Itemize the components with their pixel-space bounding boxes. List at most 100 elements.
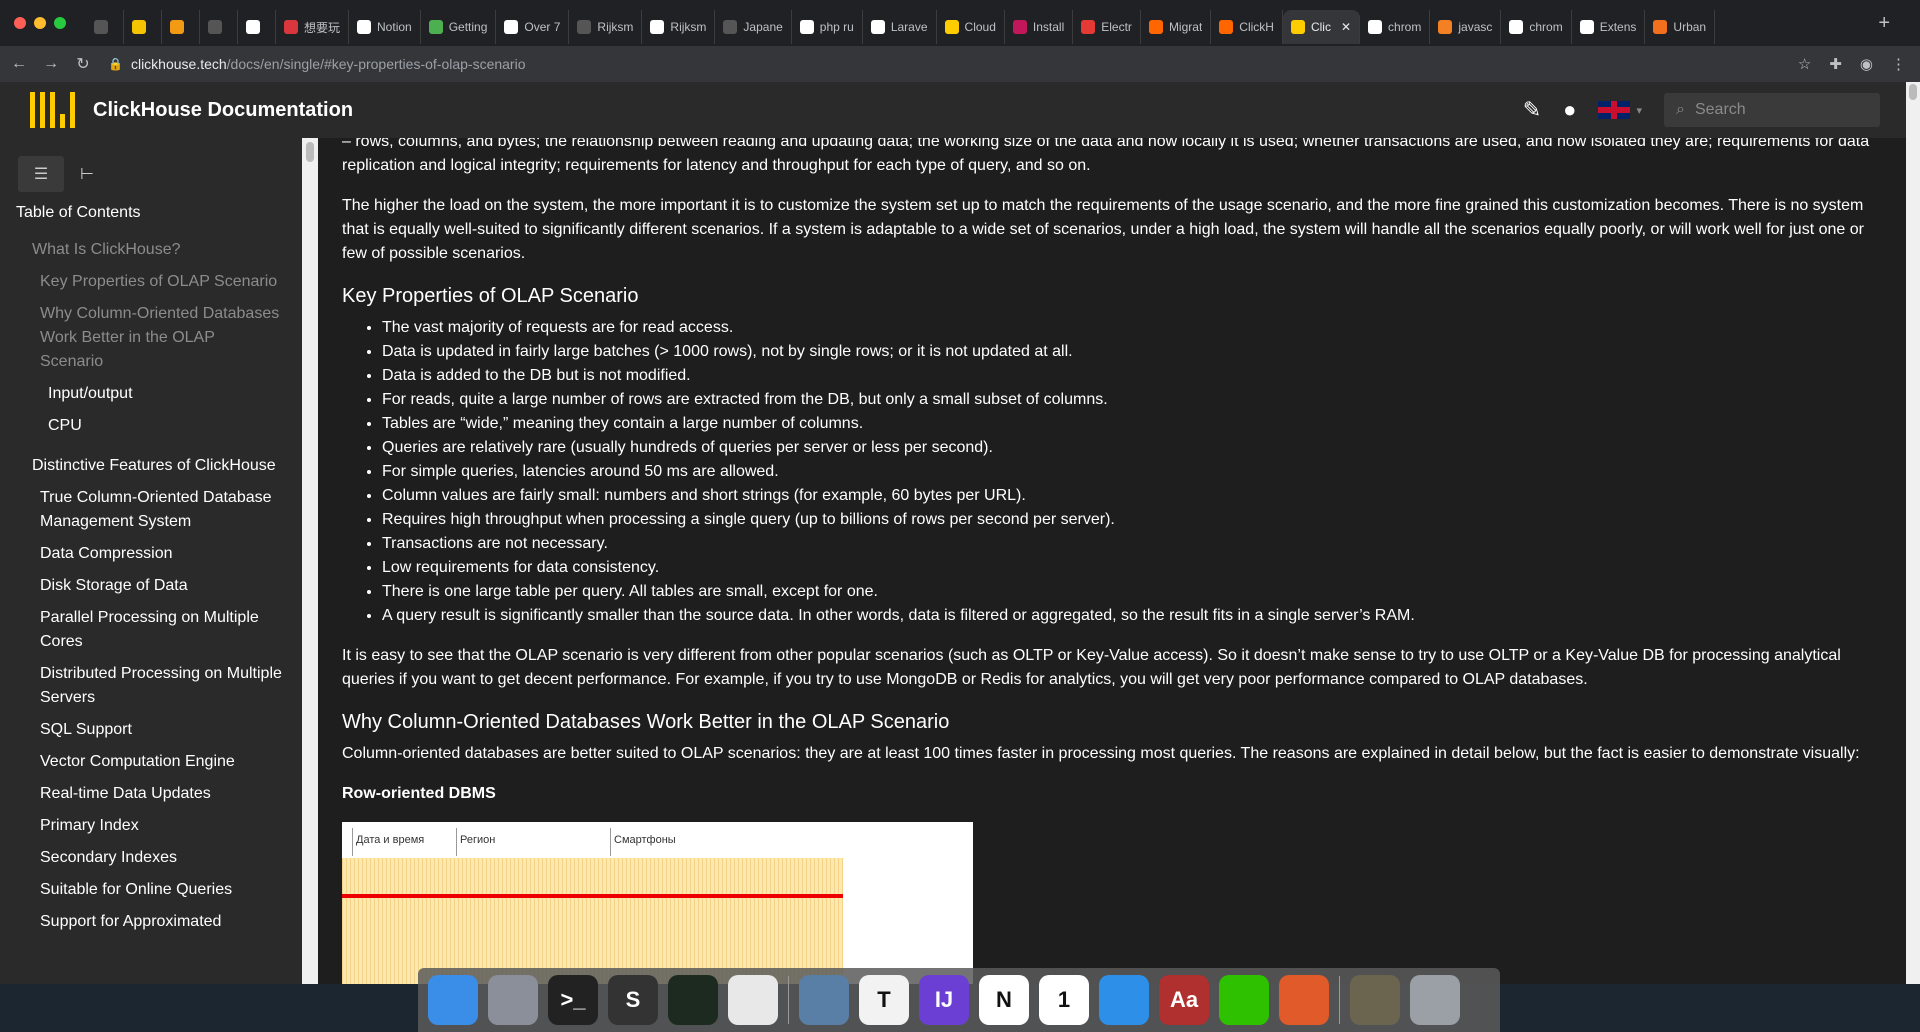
browser-tab[interactable]: Getting — [421, 10, 497, 44]
browser-tab[interactable]: 想要玩 — [276, 10, 350, 44]
toc-item[interactable]: Key Properties of OLAP Scenario — [0, 270, 302, 294]
browser-tab[interactable] — [200, 10, 238, 44]
browser-tab[interactable]: Install — [1005, 10, 1074, 44]
forward-arrow-icon[interactable]: → — [38, 55, 64, 73]
dock-photos-stack-icon[interactable] — [1350, 975, 1400, 1025]
toc-item[interactable]: What Is ClickHouse? — [0, 238, 302, 262]
browser-tab[interactable]: chrom — [1360, 10, 1431, 44]
new-tab-button[interactable]: + — [1878, 12, 1890, 35]
site-title[interactable]: ClickHouse Documentation — [93, 99, 353, 122]
dock-pock-icon[interactable] — [1279, 975, 1329, 1025]
dock-notion-icon[interactable]: N — [979, 975, 1029, 1025]
back-arrow-icon[interactable]: ← — [6, 55, 32, 73]
dock-chrome-icon[interactable] — [728, 975, 778, 1025]
edit-pencil-icon[interactable]: ✎ — [1523, 97, 1541, 123]
browser-tab[interactable]: Urban — [1645, 10, 1716, 44]
menu-kebab-icon[interactable]: ⋮ — [1891, 55, 1906, 73]
y-icon — [1148, 20, 1163, 34]
key-property-item: For reads, quite a large number of rows … — [382, 388, 1882, 412]
url-input[interactable]: 🔒 clickhouse.tech/docs/en/single/#key-pr… — [108, 50, 1798, 78]
browser-tab[interactable]: Electr — [1073, 10, 1141, 44]
browser-tab[interactable]: Migrat — [1141, 10, 1212, 44]
dock-finder-icon[interactable] — [428, 975, 478, 1025]
column-label-smartphones: Смартфоны — [614, 834, 676, 846]
dock-wechat-icon[interactable] — [1219, 975, 1269, 1025]
toc-item[interactable]: Suitable for Online Queries — [0, 878, 302, 902]
tab-label: Japane — [743, 20, 783, 34]
key-property-item: Column values are fairly small: numbers … — [382, 484, 1882, 508]
sidebar-scrollbar[interactable] — [302, 138, 318, 984]
browser-tab[interactable]: ClickH — [1211, 10, 1283, 44]
toc-item[interactable]: Disk Storage of Data — [0, 574, 302, 598]
tab-label: chrom — [1529, 20, 1563, 34]
toc-item[interactable]: Support for Approximated — [0, 910, 302, 934]
dock-typora-icon[interactable]: T — [859, 975, 909, 1025]
uk-flag-icon[interactable] — [1598, 101, 1631, 119]
search-icon: ⌕ — [1676, 101, 1685, 118]
dock-sublime-text-icon[interactable]: S — [608, 975, 658, 1025]
why-column-oriented-heading: Why Column-Oriented Databases Work Bette… — [342, 711, 950, 733]
browser-tab[interactable]: Over 7 — [496, 10, 570, 44]
dock-qq-icon[interactable] — [1099, 975, 1149, 1025]
toc-item[interactable]: Vector Computation Engine — [0, 750, 302, 774]
browser-tab[interactable]: chrom — [1501, 10, 1572, 44]
browser-tab[interactable]: php ru — [792, 10, 863, 44]
toc-item[interactable]: SQL Support — [0, 718, 302, 742]
tree-view-icon[interactable]: ⊢ — [64, 156, 110, 192]
dock-terminal-icon[interactable]: >_ — [548, 975, 598, 1025]
search-box[interactable]: ⌕ — [1664, 93, 1880, 127]
minimize-window-button[interactable] — [34, 17, 46, 29]
tab-label: Clic — [1310, 20, 1331, 34]
toc-item[interactable]: Distinctive Features of ClickHouse — [0, 454, 302, 478]
key-property-item: For simple queries, latencies around 50 … — [382, 460, 1882, 484]
toc-item[interactable]: Primary Index — [0, 814, 302, 838]
browser-tab[interactable]: Extens — [1572, 10, 1646, 44]
github-icon — [650, 20, 665, 34]
browser-tab[interactable]: javasc — [1430, 10, 1502, 44]
reload-icon[interactable]: ↻ — [70, 54, 96, 74]
browser-tab[interactable]: Rijksm — [642, 10, 716, 44]
maximize-window-button[interactable] — [54, 17, 66, 29]
dock-trash-icon[interactable] — [1410, 975, 1460, 1025]
dock-intellij-icon[interactable]: IJ — [919, 975, 969, 1025]
clickhouse-logo[interactable] — [30, 92, 75, 128]
tab-label: Rijksm — [597, 20, 634, 34]
browser-tab[interactable]: Larave — [863, 10, 937, 44]
browser-tab[interactable]: Clic ✕ — [1282, 10, 1361, 44]
google-icon — [799, 20, 814, 34]
search-input[interactable] — [1694, 101, 1865, 119]
close-tab-icon[interactable]: ✕ — [1341, 20, 1351, 34]
dock-preview-icon[interactable] — [799, 975, 849, 1025]
profile-icon[interactable]: ◉ — [1860, 55, 1873, 73]
dock-activity-monitor-icon[interactable] — [668, 975, 718, 1025]
browser-tab[interactable] — [162, 10, 200, 44]
dock-launchpad-icon[interactable] — [488, 975, 538, 1025]
browser-tab[interactable]: Rijksm — [569, 10, 643, 44]
circle-slash-icon — [208, 20, 222, 34]
tab-label: Rijksm — [670, 20, 707, 34]
browser-tab[interactable]: Japane — [715, 10, 792, 44]
toc-item[interactable]: Real-time Data Updates — [0, 782, 302, 806]
bookmark-star-icon[interactable]: ☆ — [1798, 55, 1811, 73]
github-icon[interactable]: ● — [1563, 97, 1576, 123]
browser-tab[interactable]: Cloud — [937, 10, 1005, 44]
dock-calendar-icon[interactable]: 1 — [1039, 975, 1089, 1025]
toc-item[interactable]: Data Compression — [0, 542, 302, 566]
toc-item[interactable]: Parallel Processing on Multiple Cores — [0, 606, 302, 654]
toc-item[interactable]: Secondary Indexes — [0, 846, 302, 870]
browser-tab[interactable]: Notion — [349, 10, 421, 44]
extensions-puzzle-icon[interactable]: ✚ — [1829, 55, 1842, 73]
toc-item[interactable]: Input/output — [0, 382, 302, 406]
page-scrollbar[interactable] — [1906, 82, 1920, 984]
browser-tab[interactable] — [86, 10, 124, 44]
toc-item[interactable]: True Column-Oriented Database Management… — [0, 486, 302, 534]
toc-item[interactable]: CPU — [0, 414, 302, 438]
language-caret-icon[interactable]: ▾ — [1636, 104, 1642, 117]
close-window-button[interactable] — [14, 17, 26, 29]
browser-tab[interactable] — [238, 10, 276, 44]
toc-item[interactable]: Distributed Processing on Multiple Serve… — [0, 662, 302, 710]
browser-tab[interactable] — [124, 10, 162, 44]
toc-item[interactable]: Why Column-Oriented Databases Work Bette… — [0, 302, 302, 374]
dock-dictionary-icon[interactable]: Aa — [1159, 975, 1209, 1025]
list-view-icon[interactable]: ☰ — [18, 156, 64, 192]
